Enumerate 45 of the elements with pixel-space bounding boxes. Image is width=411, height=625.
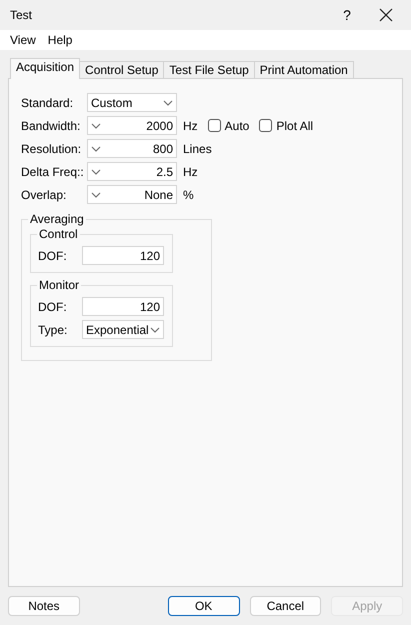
group-title: Monitor bbox=[37, 278, 82, 292]
tab[interactable]: Acquisition bbox=[10, 58, 80, 79]
field-label: Overlap: bbox=[21, 188, 68, 202]
input-field[interactable]: 120 bbox=[82, 297, 164, 316]
dialog-button[interactable]: OK bbox=[168, 596, 240, 616]
field-label: Bandwidth: bbox=[21, 118, 82, 132]
field-label: DOF: bbox=[38, 300, 68, 314]
help-button[interactable]: ? bbox=[335, 7, 359, 23]
dropdown[interactable]: Custom bbox=[87, 93, 177, 112]
checkbox-label: Plot All bbox=[276, 118, 314, 132]
tab[interactable]: Print Automation bbox=[254, 61, 354, 78]
spin-field[interactable]: 2000 bbox=[87, 116, 177, 135]
input-field[interactable]: 120 bbox=[82, 246, 164, 265]
chevron-icon[interactable] bbox=[163, 100, 173, 106]
unit-label: % bbox=[183, 188, 194, 202]
menu-item[interactable]: View bbox=[4, 33, 42, 47]
unit-label: Hz bbox=[183, 164, 198, 178]
spin-field[interactable]: None bbox=[87, 185, 177, 204]
menu-item[interactable]: Help bbox=[42, 33, 78, 47]
field-label: Resolution: bbox=[21, 142, 82, 156]
checkbox-label: Auto bbox=[224, 118, 250, 132]
spin-field[interactable]: 800 bbox=[87, 139, 177, 158]
unit-label: Lines bbox=[183, 142, 212, 156]
dialog-button[interactable]: Notes bbox=[8, 596, 80, 616]
checkbox[interactable] bbox=[208, 119, 221, 132]
tab[interactable]: Control Setup bbox=[79, 61, 164, 78]
field-label: DOF: bbox=[38, 248, 68, 262]
chevron-icon[interactable] bbox=[91, 146, 101, 152]
close-icon[interactable] bbox=[379, 8, 393, 22]
chevron-icon[interactable] bbox=[91, 168, 101, 174]
field-label: Delta Freq:: bbox=[21, 164, 85, 178]
dropdown[interactable]: Exponential bbox=[82, 320, 164, 339]
spin-field[interactable]: 2.5 bbox=[87, 162, 177, 181]
tab[interactable]: Test File Setup bbox=[163, 61, 255, 78]
field-label: Standard: bbox=[21, 96, 74, 110]
group-title: Control bbox=[37, 227, 80, 241]
window-title: Test bbox=[10, 8, 34, 22]
chevron-icon[interactable] bbox=[91, 192, 101, 198]
group-title: Averaging bbox=[28, 212, 86, 226]
chevron-icon[interactable] bbox=[150, 326, 160, 332]
checkbox[interactable] bbox=[259, 119, 272, 132]
chevron-icon[interactable] bbox=[91, 122, 101, 128]
unit-label: Hz bbox=[183, 118, 198, 132]
dialog-button[interactable]: Cancel bbox=[250, 596, 322, 616]
field-label: Type: bbox=[38, 322, 68, 336]
